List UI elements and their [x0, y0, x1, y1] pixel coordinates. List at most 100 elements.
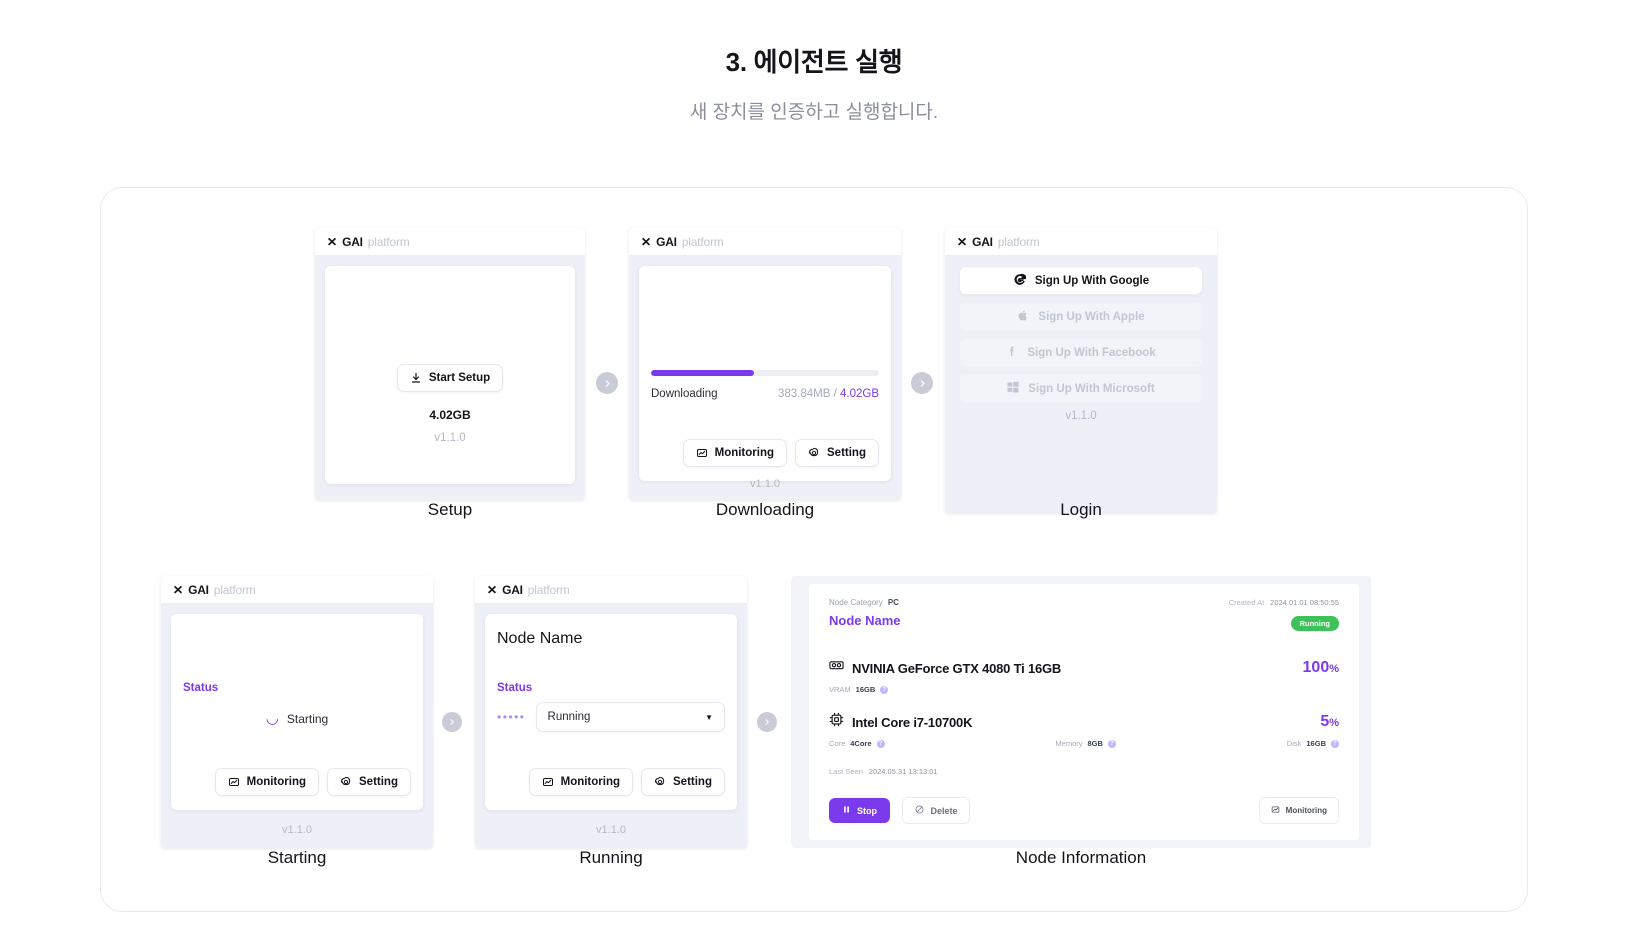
- facebook-icon: [1006, 345, 1018, 361]
- setup-body: Start Setup 4.02GB v1.1.0: [325, 266, 575, 484]
- brand-x-icon: ✕: [486, 582, 498, 597]
- caption-downloading: Downloading: [715, 500, 815, 519]
- monitoring-label: Monitoring: [560, 776, 621, 788]
- brand-name: GAI: [972, 234, 993, 249]
- gpu-row: NVINIA GeForce GTX 4080 Ti 16GB 100% VRA…: [829, 658, 1339, 694]
- sign-up-facebook-button[interactable]: Sign Up With Facebook: [959, 338, 1203, 367]
- download-progress-text: 383.84MB / 4.02GB: [777, 388, 879, 400]
- brand-x-icon: ✕: [640, 234, 652, 249]
- status-select-value: Running: [547, 711, 591, 723]
- node-info-footer: Stop Delete Monitoring: [829, 797, 1339, 824]
- node-info-header: Node Category PC Node Name: [829, 598, 901, 628]
- pause-icon: [842, 805, 851, 816]
- window-downloading: ✕ GAI platform Downloading 383.84MB / 4.…: [629, 228, 901, 500]
- gpu-icon: [829, 658, 844, 678]
- brand-suffix: platform: [997, 234, 1040, 249]
- running-body: Node Name Status ••••• Running ▼ Monitor…: [485, 614, 737, 810]
- monitoring-button[interactable]: Monitoring: [682, 439, 788, 467]
- node-last-seen: Last Seen 2024.05.31 13:13:01: [829, 767, 938, 776]
- window-starting: ✕ GAI platform Status ◡ Starting Monitor…: [161, 576, 433, 848]
- info-icon[interactable]: ?: [876, 739, 885, 748]
- brand-name: GAI: [342, 234, 363, 249]
- start-setup-label: Start Setup: [428, 372, 491, 384]
- brand-x-icon: ✕: [956, 234, 968, 249]
- setting-button[interactable]: Setting: [327, 768, 411, 796]
- sign-up-google-button[interactable]: Sign Up With Google: [959, 266, 1203, 295]
- titlebar-running: ✕ GAI platform: [475, 576, 747, 604]
- titlebar-starting: ✕ GAI platform: [161, 576, 433, 604]
- window-setup: ✕ GAI platform Start Setup 4.02GB v1.1.0: [315, 228, 585, 500]
- brand-x-icon: ✕: [172, 582, 184, 597]
- brand-suffix: platform: [681, 234, 724, 249]
- monitoring-button[interactable]: Monitoring: [214, 768, 320, 796]
- running-version-label: v1.1.0: [596, 824, 626, 836]
- sign-up-apple-label: Sign Up With Apple: [1038, 310, 1145, 323]
- caption-login: Login: [1060, 500, 1102, 519]
- arrow-running-to-node-info: [757, 712, 777, 732]
- spinner-icon: ◡: [265, 710, 279, 727]
- running-node-name: Node Name: [497, 630, 583, 647]
- arrow-starting-to-running: [442, 712, 462, 732]
- chevron-down-icon: ▼: [705, 712, 713, 722]
- brand-suffix: platform: [213, 582, 256, 597]
- setting-label: Setting: [359, 776, 398, 788]
- login-body: Sign Up With Google Sign Up With Apple S…: [945, 256, 1217, 422]
- node-monitoring-label: Monitoring: [1285, 806, 1327, 815]
- brand-x-icon: ✕: [326, 234, 338, 249]
- caption-node-information: Node Information: [1015, 848, 1147, 867]
- starting-version-label: v1.1.0: [282, 824, 312, 836]
- gear-icon: [654, 776, 666, 788]
- start-setup-button[interactable]: Start Setup: [396, 364, 504, 392]
- node-created-at: Created At 2024.01.01 08:50:55: [1228, 598, 1339, 607]
- cpu-row: Intel Core i7-10700K 5% Core 4Core? Memor…: [829, 712, 1339, 748]
- node-info-body: Node Category PC Node Name Created At 2024…: [809, 584, 1359, 840]
- brand-suffix: platform: [367, 234, 410, 249]
- caption-starting: Starting: [267, 848, 327, 867]
- node-category: Node Category PC: [829, 598, 899, 607]
- status-dots-icon: •••••: [497, 710, 526, 724]
- cpu-icon: [829, 712, 844, 732]
- status-badge: Running: [1290, 616, 1339, 631]
- delete-label: Delete: [930, 805, 958, 816]
- titlebar-login: ✕ GAI platform: [945, 228, 1217, 256]
- monitoring-label: Monitoring: [714, 447, 775, 459]
- status-select[interactable]: Running ▼: [535, 702, 725, 732]
- starting-status-value: Starting: [286, 711, 329, 726]
- download-progress-fill: [651, 370, 754, 376]
- brand-suffix: platform: [527, 582, 570, 597]
- setting-button[interactable]: Setting: [641, 768, 725, 796]
- cpu-memory-spec: Memory 8GB?: [1055, 739, 1116, 748]
- running-status-label: Status: [497, 682, 533, 694]
- diagram-panel: ✕ GAI platform Start Setup 4.02GB v1.1.0…: [100, 187, 1528, 912]
- gpu-name: NVINIA GeForce GTX 4080 Ti 16GB: [852, 660, 1062, 676]
- info-icon[interactable]: ?: [1107, 739, 1116, 748]
- setup-size-label: 4.02GB: [429, 408, 471, 422]
- monitoring-button[interactable]: Monitoring: [528, 768, 634, 796]
- sign-up-apple-button[interactable]: Sign Up With Apple: [959, 302, 1203, 331]
- arrow-downloading-to-login: [911, 372, 933, 394]
- window-node-information: Node Category PC Node Name Created At 2024…: [791, 576, 1371, 848]
- caption-running: Running: [579, 848, 643, 867]
- setting-button[interactable]: Setting: [795, 439, 879, 467]
- delete-icon: [915, 805, 924, 816]
- info-icon[interactable]: ?: [1330, 739, 1339, 748]
- sign-up-google-label: Sign Up With Google: [1034, 274, 1150, 287]
- stop-label: Stop: [857, 805, 877, 816]
- login-version-label: v1.1.0: [1065, 410, 1097, 422]
- apple-icon: [1017, 309, 1029, 325]
- gpu-vram-spec: VRAM 16GB?: [829, 685, 889, 694]
- page-title: 3. 에이전트 실행: [725, 47, 903, 77]
- delete-button[interactable]: Delete: [902, 797, 971, 824]
- google-icon: [1013, 273, 1027, 289]
- info-icon[interactable]: ?: [880, 685, 889, 694]
- cpu-core-spec: Core 4Core?: [829, 739, 885, 748]
- sign-up-microsoft-button[interactable]: Sign Up With Microsoft: [959, 374, 1203, 403]
- gpu-usage: 100%: [1302, 659, 1339, 676]
- node-monitoring-button[interactable]: Monitoring: [1258, 797, 1339, 824]
- download-icon: [410, 372, 422, 384]
- setting-label: Setting: [673, 776, 712, 788]
- downloading-version-label: v1.1.0: [750, 478, 780, 490]
- sign-up-facebook-label: Sign Up With Facebook: [1027, 346, 1156, 359]
- stop-button[interactable]: Stop: [829, 798, 890, 823]
- monitoring-icon: [696, 447, 708, 459]
